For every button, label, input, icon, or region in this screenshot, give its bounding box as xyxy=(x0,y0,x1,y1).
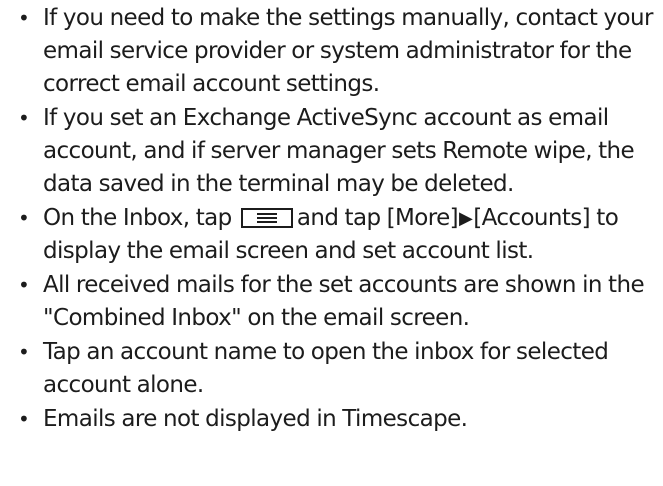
note-remote-wipe: • If you set an Exchange ActiveSync accou… xyxy=(14,102,660,201)
note-text-middle: and tap [More] xyxy=(296,205,459,231)
bullet-icon: • xyxy=(18,340,30,364)
notes-list: • If you need to make the settings manual… xyxy=(14,2,660,437)
note-timescape: • Emails are not displayed in Timescape. xyxy=(14,403,660,436)
note-text: If you set an Exchange ActiveSync accoun… xyxy=(43,105,635,197)
bullet-icon: • xyxy=(18,6,30,30)
note-accounts-menu: • On the Inbox, tap and tap [More]▶[Accou… xyxy=(14,202,660,268)
bullet-icon: • xyxy=(18,206,30,230)
note-text: Tap an account name to open the inbox fo… xyxy=(43,339,609,398)
menu-key-icon xyxy=(240,208,293,228)
bullet-icon: • xyxy=(18,106,30,130)
bullet-icon: • xyxy=(18,407,30,431)
note-text: If you need to make the settings manuall… xyxy=(43,5,653,97)
note-manual-settings: • If you need to make the settings manual… xyxy=(14,2,660,101)
right-triangle-icon: ▶ xyxy=(459,208,473,229)
note-combined-inbox: • All received mails for the set accounts… xyxy=(14,269,660,335)
note-text: All received mails for the set accounts … xyxy=(43,272,645,331)
note-text: Emails are not displayed in Timescape. xyxy=(43,406,468,432)
note-text-before: On the Inbox, tap xyxy=(43,205,232,231)
note-account-name: • Tap an account name to open the inbox f… xyxy=(14,336,660,402)
bullet-icon: • xyxy=(18,273,30,297)
